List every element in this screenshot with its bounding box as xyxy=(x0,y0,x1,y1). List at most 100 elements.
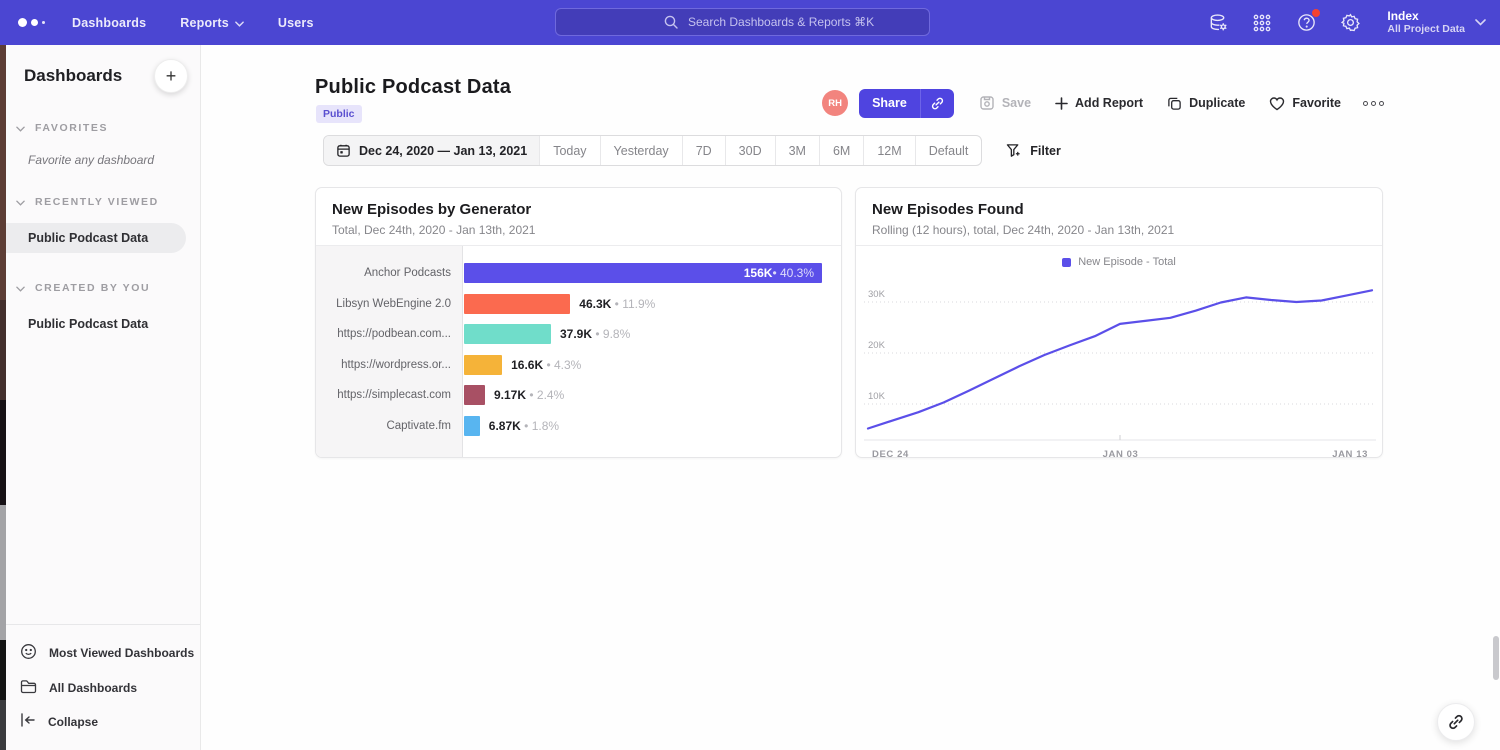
share-button[interactable]: Share xyxy=(859,89,920,118)
bar-track: 156K • 40.3% xyxy=(463,263,841,283)
bar-track: 6.87K • 1.8% xyxy=(463,416,841,436)
bar-track: 46.3K • 11.9% xyxy=(463,294,841,314)
chevron-down-icon xyxy=(1475,19,1486,26)
sidebar-footer: Most Viewed DashboardsAll Dashboards Coll… xyxy=(6,624,200,750)
bar-row-https-simplecast-com[interactable]: https://simplecast.com9.17K • 2.4% xyxy=(316,380,841,411)
share-link-button[interactable] xyxy=(920,89,954,118)
sidebar-section-label: FAVORITES xyxy=(35,122,108,134)
bar-row-https-wordpress-or[interactable]: https://wordpress.or...16.6K • 4.3% xyxy=(316,350,841,381)
nav-right: Index All Project Data xyxy=(1207,0,1486,45)
bar-segment[interactable] xyxy=(464,324,551,344)
more-options-button[interactable] xyxy=(1363,101,1384,106)
help-icon[interactable] xyxy=(1295,12,1317,34)
nav-item-label: Reports xyxy=(180,16,229,30)
sidebar-section-label: RECENTLY VIEWED xyxy=(35,196,159,208)
sidebar-footer-all-dashboards[interactable]: All Dashboards xyxy=(6,671,200,705)
sidebar-section-header[interactable]: FAVORITES xyxy=(6,119,200,137)
apps-grid-icon[interactable] xyxy=(1251,12,1273,34)
y-tick-label: 20K xyxy=(868,340,886,351)
main-content: Public Podcast Data Public RH Share Save… xyxy=(201,45,1500,750)
bar-segment[interactable] xyxy=(464,355,502,375)
bar-chart-header: New Episodes by Generator Total, Dec 24t… xyxy=(316,188,841,246)
sidebar-item-public-podcast-data[interactable]: Public Podcast Data xyxy=(6,223,186,253)
line-series[interactable] xyxy=(868,290,1372,428)
add-report-button[interactable]: Add Report xyxy=(1055,96,1143,110)
avatar[interactable]: RH xyxy=(822,90,848,116)
floating-copy-link-button[interactable] xyxy=(1437,703,1475,741)
y-tick-label: 10K xyxy=(868,391,886,402)
bar-segment[interactable] xyxy=(464,294,570,314)
duplicate-icon xyxy=(1167,96,1182,111)
bar-value-label: 156K • 40.3% xyxy=(744,263,814,283)
sidebar-section-header[interactable]: RECENTLY VIEWED xyxy=(6,193,200,211)
nav-item-label: Dashboards xyxy=(72,16,146,30)
search-input[interactable] xyxy=(590,15,919,29)
bar-category-label: https://podbean.com... xyxy=(316,328,463,340)
share-button-group: Share xyxy=(859,89,954,118)
date-preset-6m[interactable]: 6M xyxy=(819,136,863,165)
bar-row-captivate-fm[interactable]: Captivate.fm6.87K • 1.8% xyxy=(316,411,841,442)
sidebar-empty-hint: Favorite any dashboard xyxy=(6,137,200,167)
settings-gear-icon[interactable] xyxy=(1339,12,1361,34)
sidebar-section-created-by-you: CREATED BY YOU Public Podcast Data xyxy=(6,279,200,339)
y-tick-label: 30K xyxy=(868,289,886,300)
sidebar-section-header[interactable]: CREATED BY YOU xyxy=(6,279,200,297)
save-icon xyxy=(979,95,995,111)
line-x-axis-labels: DEC 24JAN 03JAN 13 xyxy=(856,447,1382,458)
line-chart-card[interactable]: New Episodes Found Rolling (12 hours), t… xyxy=(855,187,1383,458)
date-preset-today[interactable]: Today xyxy=(539,136,599,165)
data-management-icon[interactable] xyxy=(1207,12,1229,34)
line-chart-title: New Episodes Found xyxy=(872,201,1366,218)
new-dashboard-button[interactable]: + xyxy=(154,59,188,93)
date-range-group: Dec 24, 2020 — Jan 13, 2021 TodayYesterd… xyxy=(323,135,982,166)
nav-item-label: Users xyxy=(278,16,314,30)
bar-value-label: 6.87K • 1.8% xyxy=(489,419,559,433)
page-scrollbar-thumb[interactable] xyxy=(1493,636,1499,680)
nav-item-users[interactable]: Users xyxy=(278,16,314,30)
bar-value-label: 16.6K • 4.3% xyxy=(511,358,581,372)
header-actions: RH Share Save Add Report Duplicate Favor… xyxy=(822,88,1384,118)
x-tick-label: JAN 03 xyxy=(1103,449,1139,458)
sidebar-footer-label: Collapse xyxy=(48,715,98,729)
bar-chart-card[interactable]: New Episodes by Generator Total, Dec 24t… xyxy=(315,187,842,458)
sidebar-footer-collapse[interactable]: Collapse xyxy=(6,705,200,738)
calendar-icon xyxy=(336,143,351,158)
date-preset-7d[interactable]: 7D xyxy=(682,136,725,165)
bar-row-anchor-podcasts[interactable]: Anchor Podcasts 156K • 40.3% xyxy=(316,258,841,289)
help-notification-badge xyxy=(1312,9,1320,17)
x-tick-label: DEC 24 xyxy=(872,449,909,458)
sidebar-footer-most-viewed-dashboards[interactable]: Most Viewed Dashboards xyxy=(6,635,200,671)
bar-segment[interactable]: 156K • 40.3% xyxy=(464,263,822,283)
chevron-down-icon xyxy=(16,193,25,211)
filter-button[interactable]: Filter xyxy=(1006,143,1061,158)
bar-chart-title: New Episodes by Generator xyxy=(332,201,825,218)
date-preset-30d[interactable]: 30D xyxy=(725,136,775,165)
date-toolbar: Dec 24, 2020 — Jan 13, 2021 TodayYesterd… xyxy=(323,135,1061,166)
sidebar-item-public-podcast-data[interactable]: Public Podcast Data xyxy=(6,309,200,339)
bar-chart-subtitle: Total, Dec 24th, 2020 - Jan 13th, 2021 xyxy=(332,223,825,237)
date-preset-yesterday[interactable]: Yesterday xyxy=(600,136,682,165)
favorite-button[interactable]: Favorite xyxy=(1269,96,1341,111)
duplicate-button[interactable]: Duplicate xyxy=(1167,96,1245,111)
mixpanel-logo-icon[interactable] xyxy=(18,18,58,27)
global-search[interactable] xyxy=(555,8,930,36)
collapse-icon xyxy=(20,713,36,730)
bar-row-libsyn-webengine-2-0[interactable]: Libsyn WebEngine 2.046.3K • 11.9% xyxy=(316,289,841,320)
bar-value-label: 46.3K • 11.9% xyxy=(579,297,655,311)
bar-chart-body: Anchor Podcasts 156K • 40.3% Libsyn WebEng… xyxy=(316,246,841,458)
nav-item-reports[interactable]: Reports xyxy=(180,16,244,30)
date-preset-default[interactable]: Default xyxy=(915,136,982,165)
nav-item-dashboards[interactable]: Dashboards xyxy=(72,16,146,30)
bar-segment[interactable] xyxy=(464,385,485,405)
bar-segment[interactable] xyxy=(464,416,480,436)
visibility-badge: Public xyxy=(316,105,362,123)
save-button[interactable]: Save xyxy=(979,95,1031,111)
date-preset-3m[interactable]: 3M xyxy=(775,136,819,165)
chevron-down-icon xyxy=(16,279,25,297)
date-range-picker[interactable]: Dec 24, 2020 — Jan 13, 2021 xyxy=(324,136,539,165)
project-selector[interactable]: Index All Project Data xyxy=(1387,9,1486,36)
bar-row-https-podbean-com[interactable]: https://podbean.com...37.9K • 9.8% xyxy=(316,319,841,350)
date-preset-12m[interactable]: 12M xyxy=(863,136,914,165)
bar-category-label: Anchor Podcasts xyxy=(316,267,463,279)
legend-swatch xyxy=(1062,258,1071,267)
